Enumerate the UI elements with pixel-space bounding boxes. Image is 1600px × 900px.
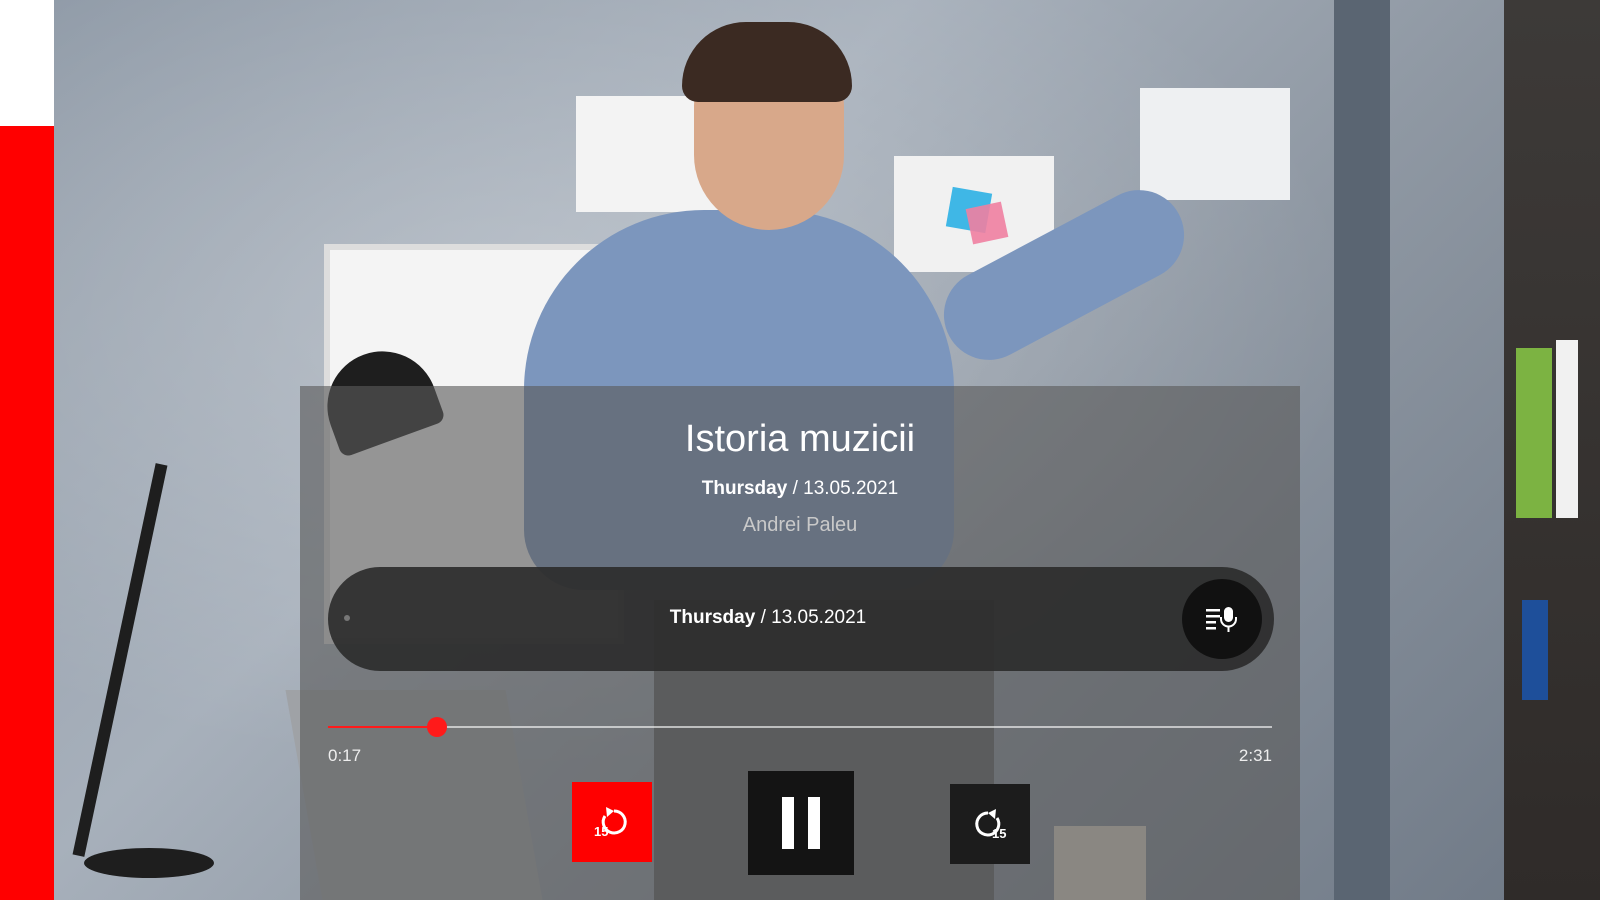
live-mic-list-icon [1206,607,1237,632]
pause-icon [775,797,827,849]
wall-pillar [1334,0,1390,900]
live-bar-date-value: 13.05.2021 [771,607,867,628]
svg-text:15: 15 [594,824,608,839]
episode-day: Thursday [701,478,788,499]
episode-date-value: 13.05.2021 [803,478,899,499]
date-separator: / [787,478,804,499]
live-bar-date: Thursday / 13.05.2021 [328,607,1208,629]
rewind-15-button[interactable]: 15 [572,782,652,862]
progress-handle[interactable] [426,717,447,737]
person-hair [682,22,852,102]
current-time: 0:17 [328,746,362,765]
desk-lamp-arm [72,463,168,857]
forward-15-icon: 15 [975,809,1006,841]
episode-date: Thursday / 13.05.2021 [300,478,1300,500]
total-time: 2:31 [1238,746,1272,765]
live-mic-button[interactable] [1182,579,1262,659]
book [1556,340,1578,518]
book [1516,348,1552,518]
episode-author: Andrei Paleu [742,514,858,536]
player-panel: Istoria muzicii Thursday / 13.05.2021 An… [300,386,1300,900]
sidebar-top [0,0,54,126]
desk-lamp-base [84,848,214,878]
date-separator: / [755,607,772,628]
live-bar[interactable]: Thursday / 13.05.2021 [328,567,1274,671]
sidebar-accent [0,126,54,900]
live-bar-day: Thursday [669,607,756,628]
forward-15-button[interactable]: 15 [950,784,1030,864]
book [1522,600,1548,700]
sticky-note [965,201,1009,245]
episode-title: Istoria muzicii [684,418,916,460]
svg-text:15: 15 [992,826,1006,841]
progress-fill [328,726,437,728]
rewind-15-icon: 15 [594,807,627,839]
wall-paper [1140,88,1290,200]
pause-button[interactable] [748,771,854,875]
progress-track[interactable] [328,717,1272,737]
